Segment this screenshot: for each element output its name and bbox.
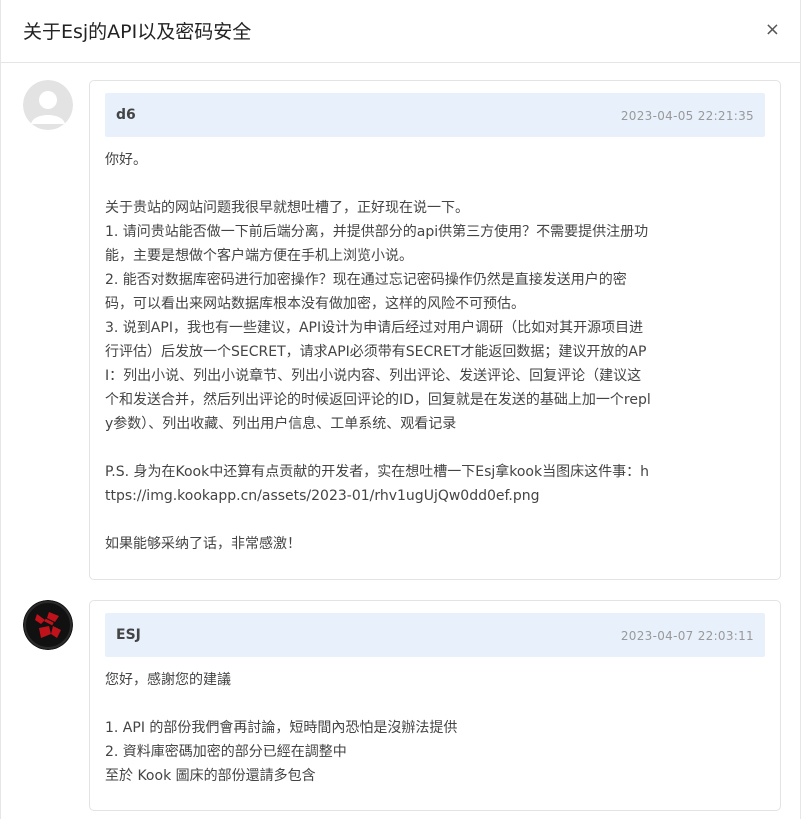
content-line-blank	[105, 692, 767, 716]
content-line-blank	[105, 508, 767, 532]
message-time: 2023-04-07 22:03:11	[620, 629, 754, 643]
content-line: 关于贵站的网站问题我很早就想吐槽了，正好现在说一下。	[105, 200, 469, 216]
content-line: 2. 能否对数据库密码进行加密操作？现在通过忘记密码操作仍然是直接发送用户的密	[105, 272, 627, 288]
message-header: d6 2023-04-05 22:21:35	[105, 93, 765, 137]
avatar-esj-icon	[23, 600, 73, 650]
content-line: 个和发送合并，然后列出评论的时候返回评论的ID，回复就是在发送的基础上加一个re…	[105, 392, 651, 408]
content-line: 您好，感謝您的建議	[105, 672, 231, 688]
avatar-default-icon	[23, 80, 73, 130]
content-line: 1. 请问贵站能否做一下前后端分离，并提供部分的api供第三方使用？不需要提供注…	[105, 224, 649, 240]
content-line: 码，可以看出来网站数据库根本没有做加密，这样的风险不可预估。	[105, 296, 525, 312]
content-line-blank	[105, 172, 767, 196]
content-line: 你好。	[105, 152, 147, 168]
content-line-blank	[105, 436, 767, 460]
content-line: I：列出小说、列出小说章节、列出小说内容、列出评论、发送评论、回复评论（建议这	[105, 368, 642, 384]
content-line: 行评估）后发放一个SECRET，请求API必须带有SECRET才能返回数据；建议…	[105, 344, 647, 360]
message-modal: 关于Esj的API以及密码安全 × d6 2023-04-05 22:21:35…	[0, 0, 801, 819]
modal-title: 关于Esj的API以及密码安全	[23, 21, 252, 43]
message-header: ESJ 2023-04-07 22:03:11	[105, 613, 765, 657]
content-line: y参数）、列出收藏、列出用户信息、工单系统、观看记录	[105, 416, 457, 432]
content-line: 至於 Kook 圖床的部份還請多包含	[105, 768, 316, 784]
content-line: 1. API 的部份我們會再討論，短時間內恐怕是沒辦法提供	[105, 720, 458, 736]
content-line: 如果能够采纳了话，非常感激！	[105, 536, 301, 552]
message-thread[interactable]: d6 2023-04-05 22:21:35 你好。 关于贵站的网站问题我很早就…	[1, 63, 801, 819]
content-line: 2. 資料庫密碼加密的部分已經在調整中	[105, 744, 347, 760]
message-time: 2023-04-05 22:21:35	[620, 109, 754, 123]
message-content: 你好。 关于贵站的网站问题我很早就想吐槽了，正好现在说一下。 1. 请问贵站能否…	[105, 148, 767, 556]
message-card: d6 2023-04-05 22:21:35 你好。 关于贵站的网站问题我很早就…	[89, 80, 781, 580]
content-line: 3. 说到API，我也有一些建议，API设计为申请后经过对用户调研（比如对其开源…	[105, 320, 644, 336]
message-card: ESJ 2023-04-07 22:03:11 您好，感謝您的建議 1. API…	[89, 600, 781, 811]
message-author: ESJ	[116, 627, 141, 643]
content-line: ttps://img.kookapp.cn/assets/2023-01/rhv…	[105, 488, 540, 504]
message-content: 您好，感謝您的建議 1. API 的部份我們會再討論，短時間內恐怕是沒辦法提供 …	[105, 668, 767, 788]
content-line: 能，主要是想做个客户端方便在手机上浏览小说。	[105, 248, 413, 264]
content-line: P.S. 身为在Kook中还算有点贡献的开发者，实在想吐槽一下Esj拿kook当…	[105, 464, 649, 480]
close-button[interactable]: ×	[765, 19, 780, 41]
modal-header: 关于Esj的API以及密码安全 ×	[1, 0, 800, 63]
message-author: d6	[116, 107, 136, 123]
